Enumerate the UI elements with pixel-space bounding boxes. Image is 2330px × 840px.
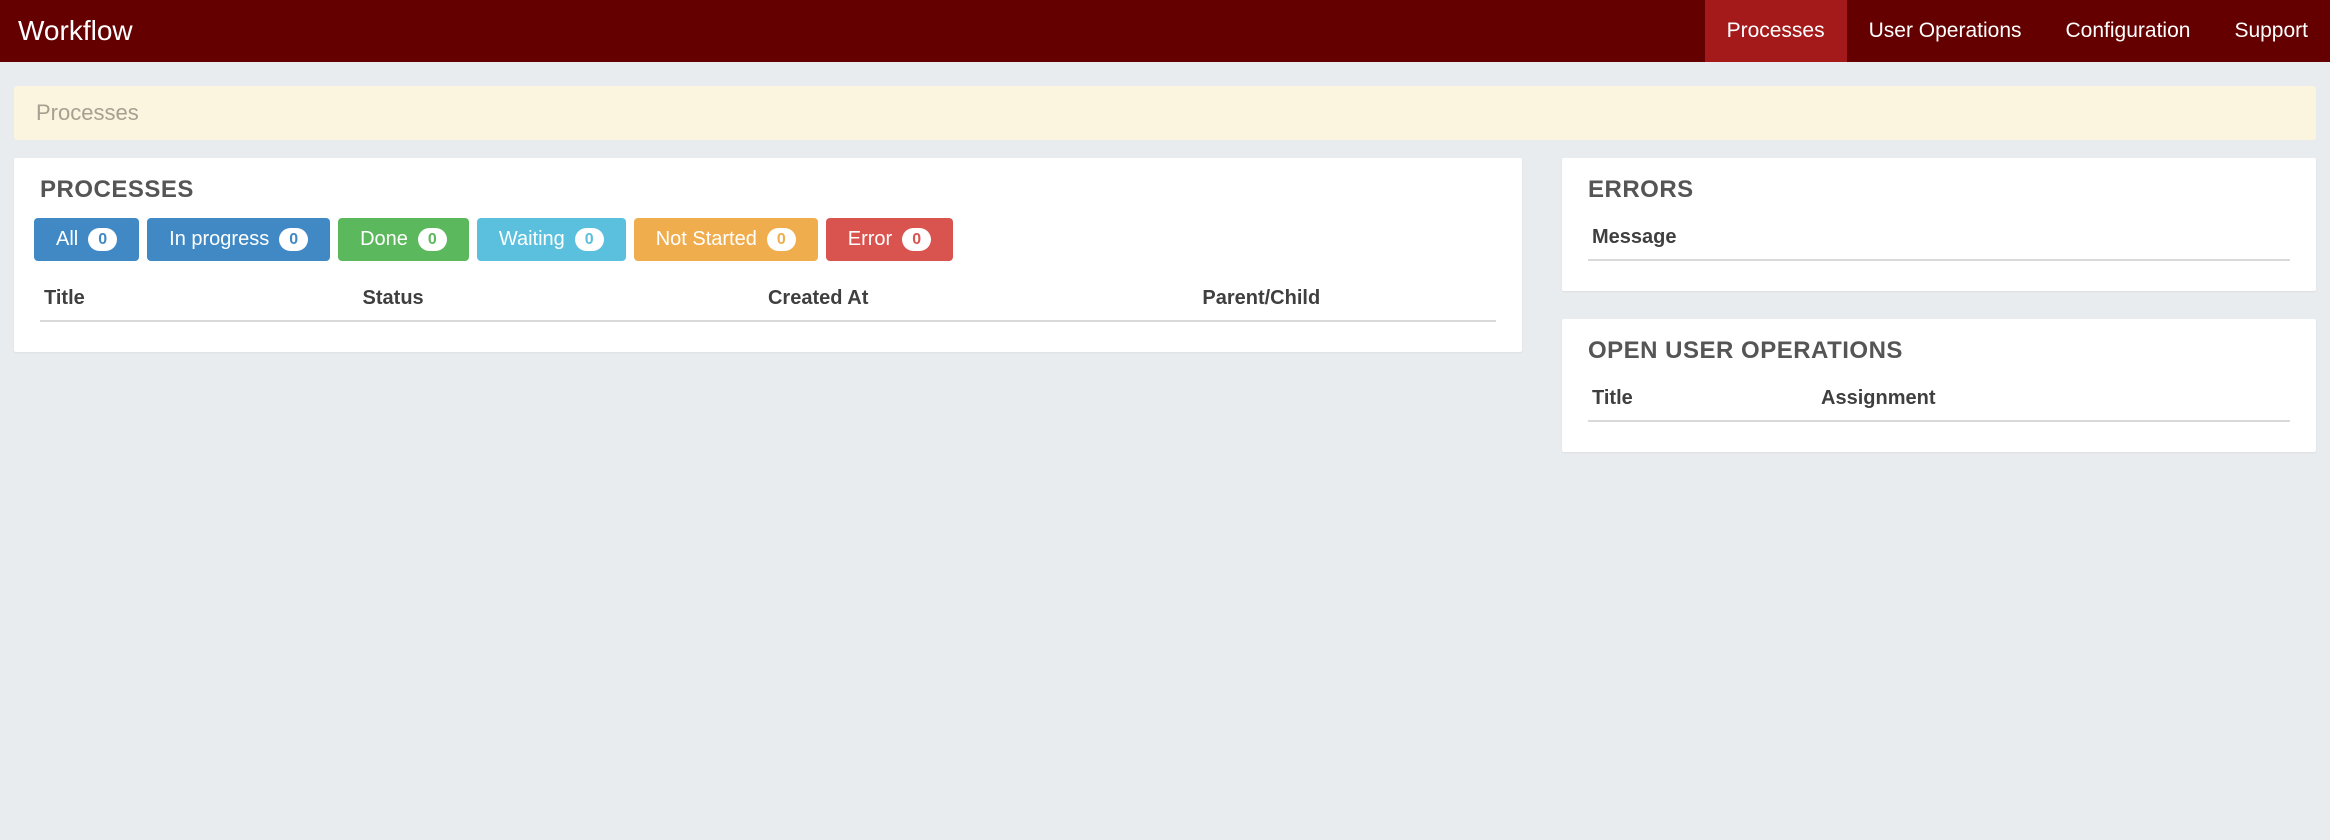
nav-support[interactable]: Support [2212,0,2330,62]
filter-label: Error [848,228,892,251]
col-message: Message [1592,226,2286,249]
col-parent-child: Parent/Child [1202,287,1492,310]
navbar: Workflow Processes User Operations Confi… [0,0,2330,62]
processes-panel: PROCESSES All 0 In progress 0 Done 0 [14,158,1522,352]
nav-configuration[interactable]: Configuration [2044,0,2213,62]
errors-panel: ERRORS Message [1562,158,2316,291]
user-operations-table-header: Title Assignment [1588,379,2290,422]
filter-label: In progress [169,228,269,251]
user-operations-panel: OPEN USER OPERATIONS Title Assignment [1562,319,2316,452]
filter-waiting[interactable]: Waiting 0 [477,218,626,261]
filter-count-badge: 0 [418,228,447,251]
processes-table-header: Title Status Created At Parent/Child [40,279,1496,322]
filter-label: Not Started [656,228,757,251]
col-status: Status [363,287,768,310]
col-assignment: Assignment [1821,387,2286,410]
nav-user-operations[interactable]: User Operations [1847,0,2044,62]
filter-count-badge: 0 [902,228,931,251]
filter-count-badge: 0 [88,228,117,251]
processes-panel-title: PROCESSES [40,176,1496,204]
filter-count-badge: 0 [575,228,604,251]
filter-count-badge: 0 [279,228,308,251]
filter-label: Done [360,228,408,251]
filter-error[interactable]: Error 0 [826,218,953,261]
navbar-items: Processes User Operations Configuration … [1705,0,2330,62]
filter-not-started[interactable]: Not Started 0 [634,218,818,261]
user-operations-panel-title: OPEN USER OPERATIONS [1588,337,2290,365]
filter-label: Waiting [499,228,565,251]
errors-panel-title: ERRORS [1588,176,2290,204]
filter-in-progress[interactable]: In progress 0 [147,218,330,261]
nav-processes[interactable]: Processes [1705,0,1847,62]
errors-table-header: Message [1588,218,2290,261]
filter-label: All [56,228,78,251]
filter-done[interactable]: Done 0 [338,218,469,261]
filter-count-badge: 0 [767,228,796,251]
col-created-at: Created At [768,287,1202,310]
col-title: Title [1592,387,1821,410]
navbar-brand[interactable]: Workflow [18,0,153,62]
filter-chip-row: All 0 In progress 0 Done 0 Waiting 0 [34,218,1496,261]
col-title: Title [44,287,363,310]
breadcrumb: Processes [14,86,2316,140]
filter-all[interactable]: All 0 [34,218,139,261]
